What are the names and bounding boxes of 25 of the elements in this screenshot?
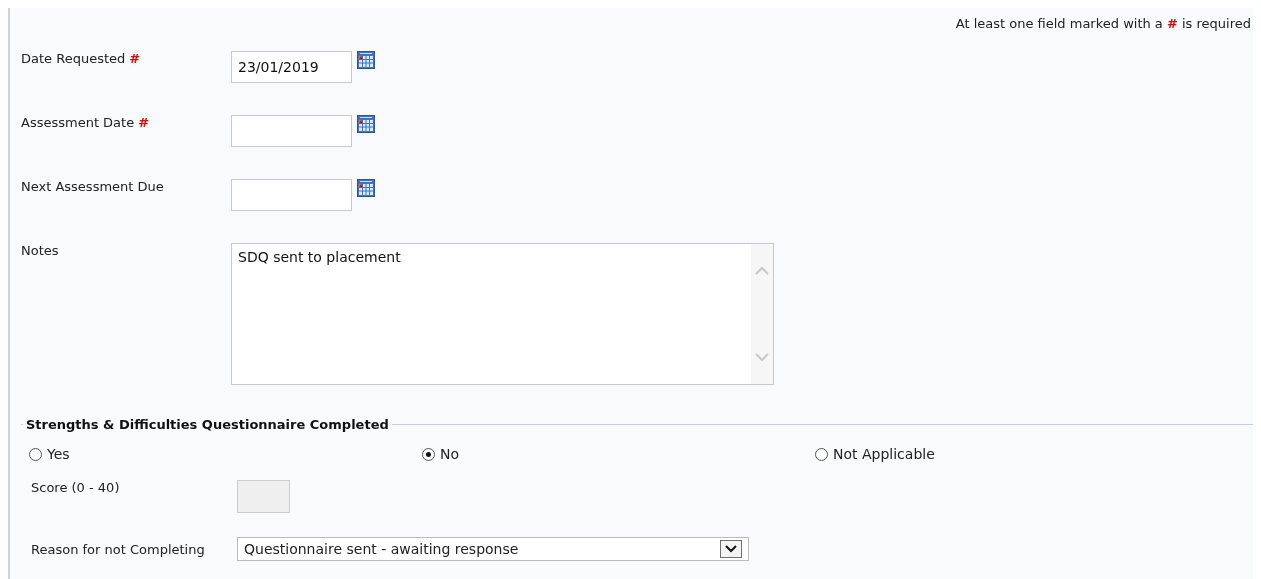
date-field[interactable] [231,179,352,211]
section-legend: Strengths & Difficulties Questionnaire Completed [23,417,392,432]
reason-dropdown[interactable]: Questionnaire sent - awaiting response [237,537,749,561]
date-field[interactable]: 23/01/2019 [231,51,352,83]
required-marker: # [138,115,150,130]
field-label: Notes [21,243,59,258]
field-label: Next Assessment Due [21,179,164,194]
field-label: Reason for not Completing [31,541,206,557]
calendar-icon[interactable] [357,179,375,197]
field-label: Score (0 - 40) [31,480,121,495]
calendar-icon[interactable] [357,115,375,133]
radio-option[interactable]: Yes [29,446,422,462]
calendar-icon[interactable] [357,51,375,69]
dropdown-icon[interactable] [720,540,742,558]
radio-option[interactable]: Not Applicable [815,446,1208,462]
notes-text: SDQ sent to placement [237,248,402,267]
field-label: Assessment Date [21,115,135,130]
field-label: Date Requested [21,51,126,66]
required-note: At least one field marked with a # is required [955,16,1251,33]
date-field[interactable] [231,115,352,147]
scroll-down-icon[interactable] [755,353,769,362]
scroll-up-icon[interactable] [755,266,769,275]
radio-option[interactable]: No [422,446,815,462]
required-marker: # [129,51,141,66]
notes-field[interactable]: SDQ sent to placement [231,243,774,385]
